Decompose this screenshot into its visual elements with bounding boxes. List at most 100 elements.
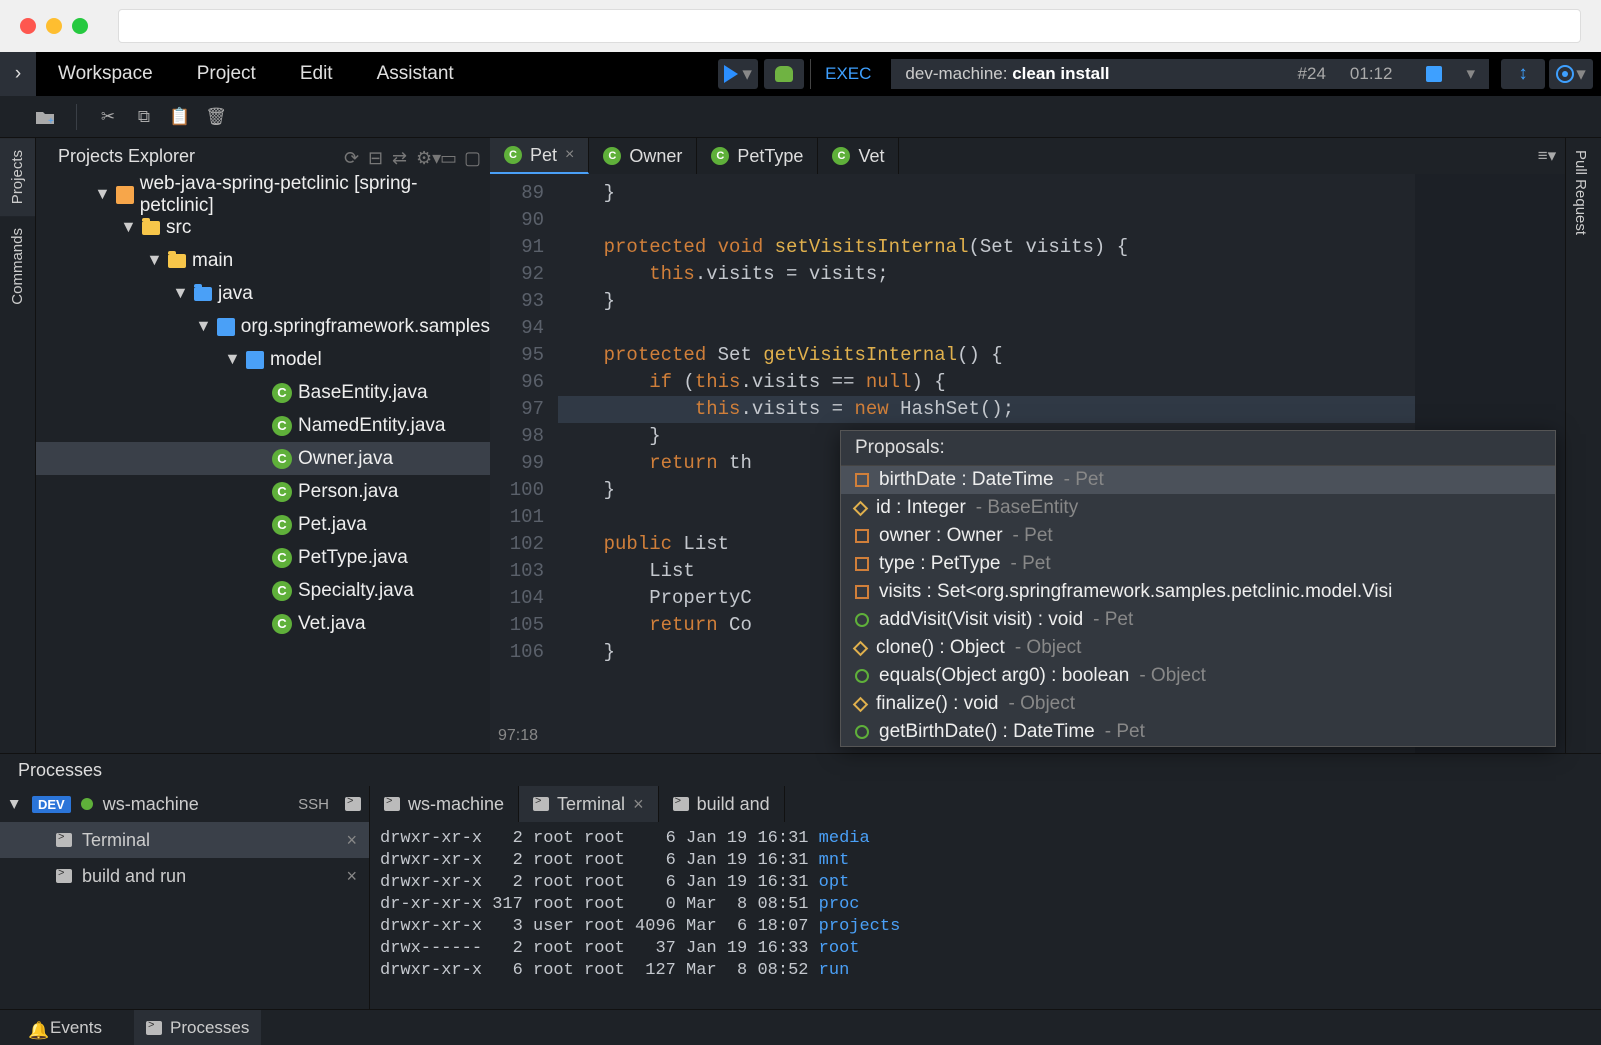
editor-tab[interactable]: CVet xyxy=(818,138,899,174)
chevron-icon[interactable]: ▸ xyxy=(193,320,216,334)
tree-item[interactable]: CVet.java xyxy=(36,607,490,640)
tab-label: Vet xyxy=(858,146,884,167)
proposal-item[interactable]: clone() : Object - Object xyxy=(841,634,1555,662)
proposals-list[interactable]: birthDate : DateTime - Petid : Integer -… xyxy=(841,466,1555,746)
process-tree-item[interactable]: Terminal× xyxy=(0,822,369,858)
copy-button[interactable]: ⧉ xyxy=(133,107,155,127)
events-tab[interactable]: 🔔 Events xyxy=(16,1010,114,1045)
link-icon[interactable]: ⇄ xyxy=(392,148,408,164)
process-tab[interactable]: ws-machine xyxy=(370,786,519,822)
proposal-item[interactable]: finalize() : void - Object xyxy=(841,690,1555,718)
tree-item[interactable]: C NamedEntity.java xyxy=(36,409,490,442)
rail-tab-projects[interactable]: Projects xyxy=(0,138,35,216)
processes-tab[interactable]: Processes xyxy=(134,1010,261,1045)
minimize-window-icon[interactable] xyxy=(46,18,62,34)
proposal-item[interactable]: birthDate : DateTime - Pet xyxy=(841,466,1555,494)
chevron-icon[interactable]: ▸ xyxy=(91,188,114,202)
url-bar[interactable] xyxy=(118,9,1581,43)
tree-item[interactable]: ▸org.springframework.samples xyxy=(36,310,490,343)
run-button[interactable]: ▾ xyxy=(718,59,758,89)
tree-item[interactable]: ▸web-java-spring-petclinic [spring-petcl… xyxy=(36,178,490,211)
process-tab[interactable]: build and xyxy=(659,786,785,822)
debug-button[interactable] xyxy=(764,59,804,89)
proposal-item[interactable]: equals(Object arg0) : boolean - Object xyxy=(841,662,1555,690)
close-icon[interactable]: × xyxy=(346,830,357,851)
proposal-text: addVisit(Visit visit) : void xyxy=(879,609,1083,631)
new-file-button[interactable]: + xyxy=(34,107,56,127)
paste-button[interactable]: 📋 xyxy=(169,107,191,127)
editor-menu-button[interactable]: ≡▾ xyxy=(1529,138,1565,174)
process-tab[interactable]: Terminal × xyxy=(519,786,659,822)
class-icon: C xyxy=(603,147,621,165)
stop-icon[interactable] xyxy=(1426,66,1442,82)
tree-item-label: NamedEntity.java xyxy=(298,415,446,437)
proposal-item[interactable]: type : PetType - Pet xyxy=(841,550,1555,578)
exec-status-box[interactable]: dev-machine: clean install #24 01:12 ▾ xyxy=(891,59,1489,89)
proposal-text: equals(Object arg0) : boolean xyxy=(879,665,1129,687)
tree-item[interactable]: ▸main xyxy=(36,244,490,277)
chevron-icon[interactable]: ▸ xyxy=(144,254,167,268)
editor-tab[interactable]: COwner xyxy=(589,138,697,174)
tree-item[interactable]: ▸model xyxy=(36,343,490,376)
menu-project[interactable]: Project xyxy=(197,63,256,85)
tree-item[interactable]: ▸java xyxy=(36,277,490,310)
sidebar-title: Projects Explorer xyxy=(58,146,195,167)
terminal-icon[interactable] xyxy=(345,797,361,811)
tree-item[interactable]: CBaseEntity.java xyxy=(36,376,490,409)
editor-tab[interactable]: CPetType xyxy=(697,138,818,174)
proposal-source: - Pet xyxy=(1093,609,1133,631)
folder-icon xyxy=(194,287,212,301)
tree-item[interactable]: CPet.java xyxy=(36,508,490,541)
proposal-item[interactable]: visits : Set<org.springframework.samples… xyxy=(841,578,1555,606)
maximize-panel-icon[interactable]: ▢ xyxy=(464,148,480,164)
close-icon[interactable]: × xyxy=(565,146,574,164)
tab-label: Terminal xyxy=(557,794,625,815)
class-icon: C xyxy=(272,416,292,436)
cut-button[interactable]: ✂ xyxy=(97,107,119,127)
close-icon[interactable]: × xyxy=(346,866,357,887)
class-icon: C xyxy=(711,147,729,165)
maximize-window-icon[interactable] xyxy=(72,18,88,34)
proposal-item[interactable]: addVisit(Visit visit) : void - Pet xyxy=(841,606,1555,634)
method-icon xyxy=(855,613,869,627)
tab-label: Pet xyxy=(530,145,557,166)
rail-tab-pull-request[interactable]: Pull Request xyxy=(1566,138,1595,247)
gear-icon[interactable]: ⚙▾ xyxy=(416,148,432,164)
editor-tab[interactable]: CPet× xyxy=(490,138,589,174)
chevron-icon[interactable]: ▸ xyxy=(222,353,245,367)
delete-button[interactable]: 🗑 xyxy=(205,107,227,127)
proposal-item[interactable]: id : Integer - BaseEntity xyxy=(841,494,1555,522)
tree-item[interactable]: CPetType.java xyxy=(36,541,490,574)
exec-number: #24 xyxy=(1298,64,1326,84)
close-window-icon[interactable] xyxy=(20,18,36,34)
chevron-icon[interactable]: ▸ xyxy=(118,221,141,235)
cursor-button[interactable]: ↕ xyxy=(1501,59,1545,89)
close-icon[interactable]: × xyxy=(633,794,644,815)
class-icon: C xyxy=(272,581,292,601)
rail-tab-commands[interactable]: Commands xyxy=(0,216,35,317)
proposal-item[interactable]: owner : Owner - Pet xyxy=(841,522,1555,550)
terminal-icon xyxy=(384,797,400,811)
tree-item[interactable]: CPerson.java xyxy=(36,475,490,508)
process-tree-item[interactable]: build and run× xyxy=(0,858,369,894)
toolbar: + ✂ ⧉ 📋 🗑 xyxy=(0,96,1601,138)
tree-item[interactable]: COwner.java xyxy=(36,442,490,475)
menu-edit[interactable]: Edit xyxy=(300,63,333,85)
chevron-icon[interactable]: ▸ xyxy=(170,287,193,301)
tree-item-label: web-java-spring-petclinic [spring-petcli… xyxy=(140,174,490,217)
menu-assistant[interactable]: Assistant xyxy=(377,63,454,85)
cursor-position: 97:18 xyxy=(498,722,538,749)
ssh-label[interactable]: SSH xyxy=(298,796,329,813)
machine-header[interactable]: ▸ DEV ws-machine SSH xyxy=(0,786,369,822)
window-chrome xyxy=(0,0,1601,52)
menu-workspace[interactable]: Workspace xyxy=(58,63,153,85)
minimize-panel-icon[interactable]: ▭ xyxy=(440,148,456,164)
tree-item[interactable]: CSpecialty.java xyxy=(36,574,490,607)
expand-menu-button[interactable]: › xyxy=(0,52,36,96)
collapse-icon[interactable]: ⊟ xyxy=(368,148,384,164)
terminal-output[interactable]: drwxr-xr-x 2 root root 6 Jan 19 16:31 me… xyxy=(370,822,1601,1009)
proposal-item[interactable]: getBirthDate() : DateTime - Pet xyxy=(841,718,1555,746)
target-button[interactable]: ▾ xyxy=(1549,59,1593,89)
refresh-icon[interactable]: ⟳ xyxy=(344,148,360,164)
project-tree[interactable]: ▸ web-java-spring-petclinic [spring-petcl… xyxy=(36,174,490,753)
